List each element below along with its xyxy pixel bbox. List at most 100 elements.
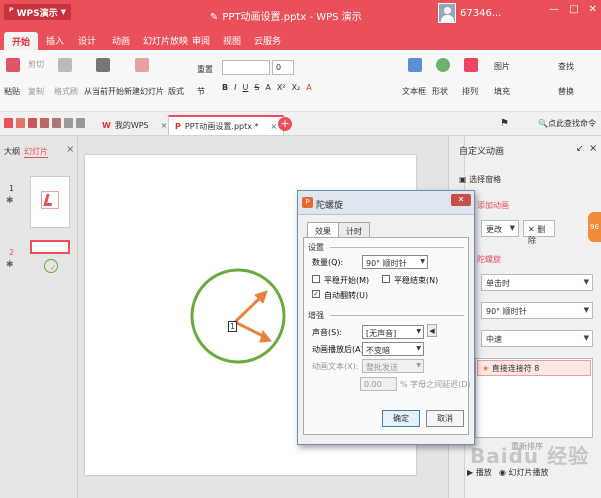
add-effect-label[interactable]: 添加动画 [477,200,509,211]
tab-insert[interactable]: 插入 [46,34,64,47]
tab-review[interactable]: 审阅 [192,34,210,47]
format-brush-button[interactable]: 格式刷 [54,86,78,97]
font-size-field[interactable]: 0 [272,60,294,75]
maximize-button[interactable]: □ [569,4,578,15]
tab-outline[interactable]: 大纲 [4,146,20,157]
sound-dropdown[interactable]: [无声音] ▼ [362,325,424,339]
tab-design[interactable]: 设计 [78,34,96,47]
chevron-down-icon: ▼ [420,258,425,265]
tab-home[interactable]: 开始 [4,32,39,52]
close-icon[interactable]: × [161,121,168,130]
tab-my-wps[interactable]: W 我的WPS × [96,115,173,135]
tab-animation[interactable]: 动画 [112,34,130,47]
print-icon[interactable] [40,118,49,128]
amount-select[interactable]: 90° 顺时针 ▼ [481,302,593,319]
font-shadow-button[interactable]: A [265,83,270,92]
redo-icon[interactable] [76,118,85,128]
tab-slideshow[interactable]: 幻灯片放映 [143,34,188,47]
close-icon[interactable]: × [589,143,597,154]
command-search[interactable]: 🔍点此查找命令 [538,118,596,129]
subscript-button[interactable]: X₂ [292,83,301,92]
ok-button[interactable]: 确定 [382,410,420,427]
new-tab-button[interactable]: + [278,117,292,131]
dialog-body: 设置 数量(Q): 90° 顺时针 ▼ 平稳开始(M) 平稳结束(N) ✓ 自动翻… [303,237,471,435]
minimize-button[interactable]: — [549,4,559,15]
amount-label: 数量(Q): [312,258,344,267]
delete-button[interactable]: ✕ 删除 [523,220,555,245]
play-label: 播放 [475,468,492,477]
delay-stepper[interactable]: 0.00 [360,377,397,391]
slide-thumbnail-2[interactable]: ✓ [30,240,70,273]
command-search-hint: 点此查找命令 [547,119,596,128]
bold-button[interactable]: B [222,83,228,92]
slide-thumbnail-1[interactable] [30,176,70,228]
speed-select[interactable]: 中速 ▼ [481,330,593,347]
copy-button[interactable]: 复制 [28,86,44,97]
undo-icon[interactable] [64,118,73,128]
auto-reverse-checkbox[interactable]: ✓ [312,290,320,298]
close-window-button[interactable]: ✕ [589,4,597,15]
section-button[interactable]: 节 [197,86,205,97]
superscript-button[interactable]: X² [277,83,286,92]
wps-logo-icon: ᴾ [9,6,14,18]
save-icon[interactable] [28,118,37,128]
list-item[interactable]: ★ 直接连接符 8 [477,360,591,376]
skin-icon[interactable]: ⚑ [500,118,509,129]
from-current-button[interactable]: 从当前开始 [84,86,124,97]
close-icon[interactable]: × [66,144,74,155]
user-account[interactable]: 67346... [438,3,501,23]
reset-button[interactable]: 重置 [197,64,213,75]
tab-cloud[interactable]: 云服务 [254,34,281,47]
document-icon: ✎ [210,12,219,23]
format-buttons: B I U S A X² X₂ A [222,83,312,92]
italic-button[interactable]: I [234,83,236,92]
picture-button[interactable]: 图片 [494,61,510,72]
wps-app-menu[interactable]: ᴾ WPS演示 ▼ [4,4,72,20]
pin-icon[interactable]: ↙ [576,144,584,154]
side-badge[interactable]: 96 [588,212,601,242]
tab-view[interactable]: 视图 [223,34,241,47]
select-pane-link[interactable]: ▣ 选择窗格 [459,174,501,185]
slideshow-label: 幻灯片播放 [508,468,549,477]
underline-button[interactable]: U [242,83,248,92]
cancel-button[interactable]: 取消 [426,410,464,427]
font-color-button[interactable]: A [306,83,311,92]
tab-slides[interactable]: 幻灯片 [24,146,48,158]
animate-text-value: 整批发送 [366,363,398,372]
shapes-button[interactable]: 形状 [432,86,448,97]
layout-button[interactable]: 版式 [168,86,184,97]
green-circle [190,268,286,364]
smooth-end-checkbox[interactable] [382,275,390,283]
tab-document[interactable]: P PPT动画设置.pptx * × [168,115,285,135]
dialog-close-button[interactable]: ✕ [451,194,471,206]
after-animation-dropdown[interactable]: 不变暗 ▼ [362,342,424,356]
thumbnail-arrow: ✓ [50,264,56,272]
delay-suffix-label: % 字母之间延迟(D) [400,380,471,389]
new-slide-button[interactable]: 新建幻灯片 [124,86,164,97]
speaker-icon[interactable]: ◀ [427,324,437,337]
preview-icon[interactable] [52,118,61,128]
smooth-start-checkbox[interactable] [312,275,320,283]
paste-button[interactable]: 粘贴 [4,86,20,97]
start-select[interactable]: 单击时 ▼ [481,274,593,291]
find-button[interactable]: 查找 [558,61,574,72]
chevron-down-icon: ▼ [416,345,421,352]
change-button[interactable]: 更改 ▼ [481,220,519,237]
fill-button[interactable]: 填充 [494,86,510,97]
new-icon[interactable] [4,118,13,128]
animate-text-dropdown[interactable]: 整批发送 ▼ [362,359,424,373]
chevron-down-icon: ▼ [416,328,421,335]
avatar [438,3,456,23]
wps-logo-icon: P [302,197,313,208]
text-box-button[interactable]: 文本框 [402,86,426,97]
font-name-field[interactable] [222,60,270,75]
slides-pane: 大纲 幻灯片 × 1 ✱ 2 ✱ ✓ [0,136,78,498]
amount-dropdown[interactable]: 90° 顺时针 ▼ [362,255,428,269]
close-icon[interactable]: × [271,122,278,131]
open-icon[interactable] [16,118,25,128]
strikethrough-button[interactable]: S [254,83,259,92]
tab-document-label: PPT动画设置.pptx * [184,121,259,131]
arrange-button[interactable]: 排列 [462,86,478,97]
cut-button[interactable]: 剪切 [28,59,44,70]
replace-button[interactable]: 替换 [558,86,574,97]
